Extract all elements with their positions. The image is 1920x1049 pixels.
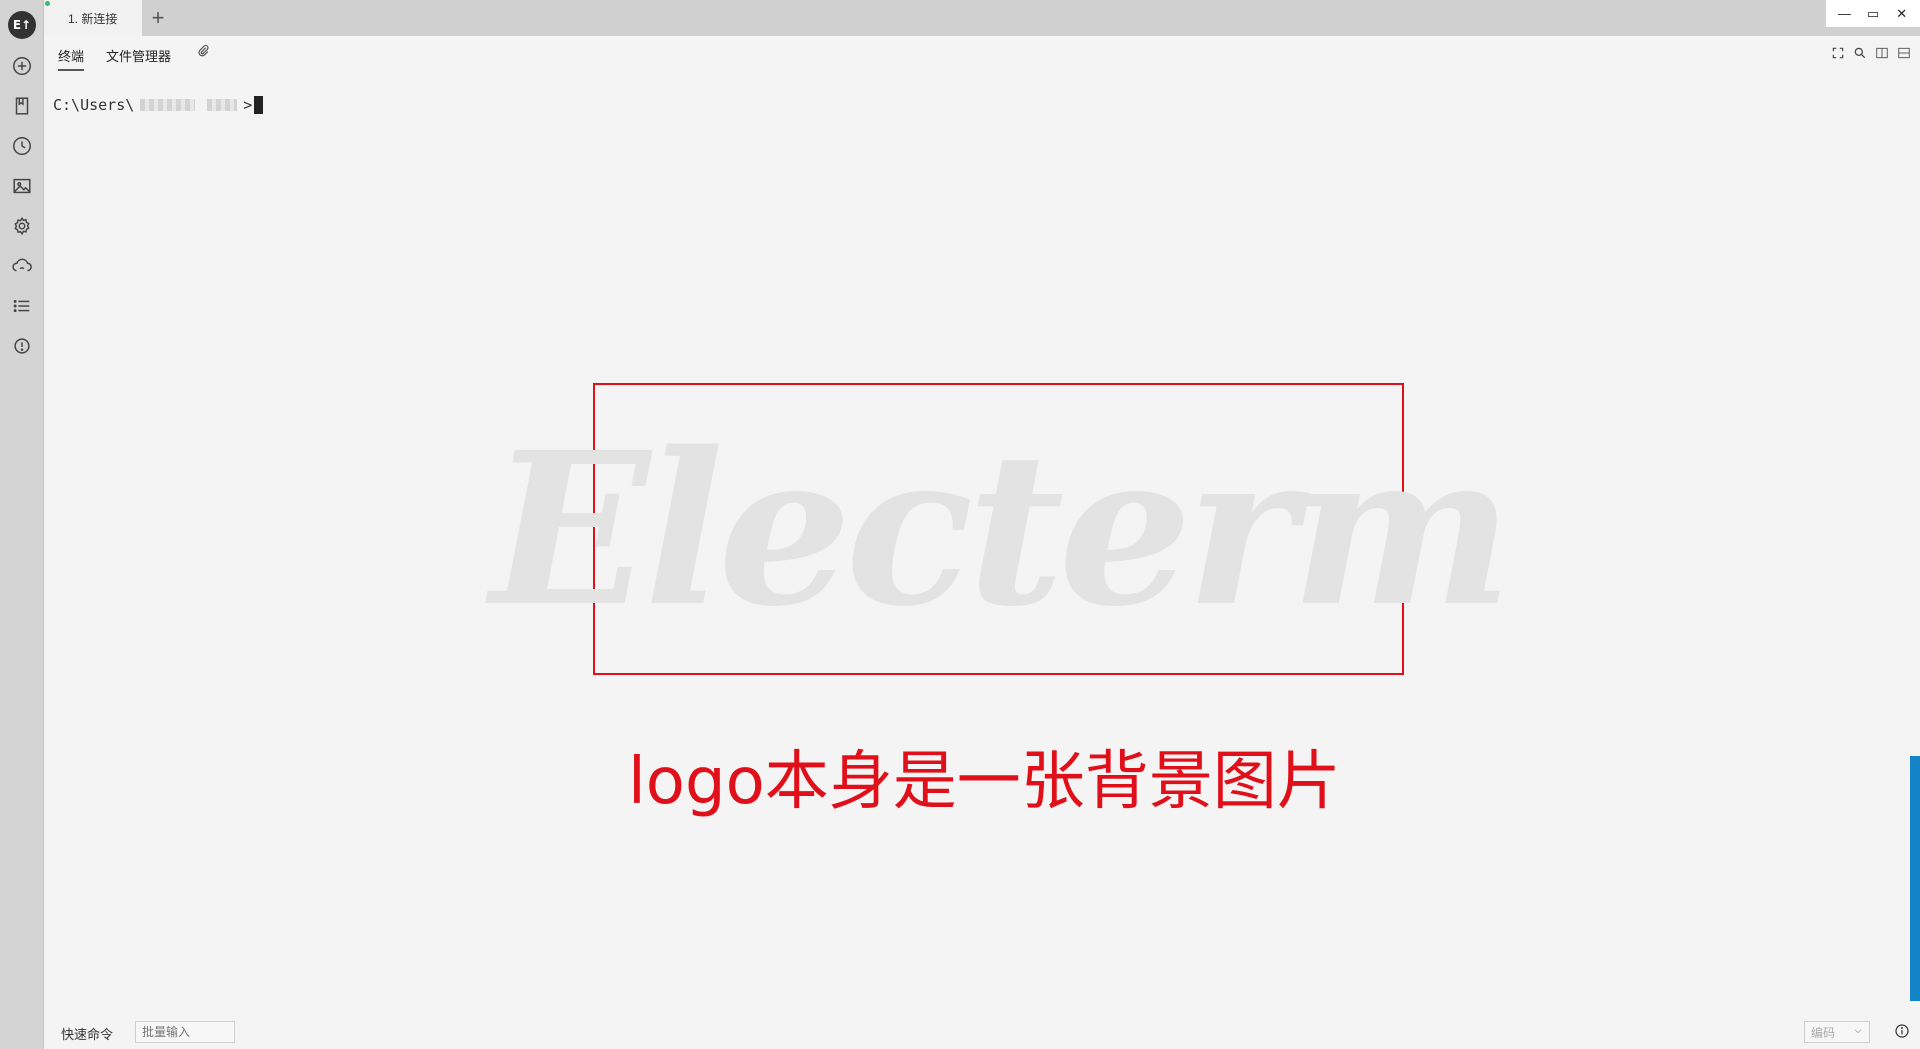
electerm-background-logo: Electerm <box>490 405 1513 653</box>
close-button[interactable]: ✕ <box>1891 4 1913 24</box>
quick-command-button[interactable]: 快速命令 <box>61 1024 113 1043</box>
bottom-bar: 快速命令 编码 <box>44 1012 1920 1049</box>
logo-highlight-box: Electerm <box>490 383 1513 675</box>
redacted-username <box>140 99 196 111</box>
terminal-toolbar <box>1830 45 1912 61</box>
tab-new-connection[interactable]: 1. 新连接 <box>44 0 142 36</box>
minimize-button[interactable]: — <box>1833 4 1855 24</box>
session-subtabs: 终端 文件管理器 <box>44 36 1920 72</box>
fullscreen-icon[interactable] <box>1830 45 1846 61</box>
encoding-label: 编码 <box>1811 1025 1836 1040</box>
cloud-sync-icon[interactable] <box>7 251 37 281</box>
tab-bar: 1. 新连接 + <box>44 0 1920 36</box>
left-sidebar: E↑ <box>0 0 44 1049</box>
batch-input-field[interactable] <box>135 1021 235 1043</box>
paperclip-icon[interactable] <box>197 44 210 60</box>
search-icon[interactable] <box>1852 45 1868 61</box>
app-window: E↑ 1. 新连接 + — ▭ ✕ 终端 文件管理器 C:\Users\ > E… <box>0 0 1920 1049</box>
info-circle-icon[interactable] <box>1892 1021 1912 1041</box>
terminal-prompt: C:\Users\ > <box>53 96 264 114</box>
scrollbar-indicator[interactable] <box>1910 756 1920 1001</box>
list-icon[interactable] <box>7 291 37 321</box>
add-circle-icon[interactable] <box>7 51 37 81</box>
split-horizontal-icon[interactable] <box>1896 45 1912 61</box>
connection-status-dot <box>45 1 50 6</box>
info-icon[interactable] <box>7 331 37 361</box>
terminal-cursor <box>254 96 264 114</box>
split-vertical-icon[interactable] <box>1874 45 1890 61</box>
electerm-logo-icon[interactable]: E↑ <box>7 10 37 40</box>
chevron-down-icon <box>1853 1025 1863 1039</box>
tab-terminal[interactable]: 终端 <box>58 46 85 71</box>
annotation-text: logo本身是一张背景图片 <box>628 745 1341 819</box>
prompt-symbol: > <box>243 96 253 114</box>
restore-button[interactable]: ▭ <box>1862 4 1884 24</box>
redacted-username-part <box>207 99 238 111</box>
prompt-path: C:\Users\ <box>53 96 135 114</box>
bookmark-icon[interactable] <box>7 91 37 121</box>
add-tab-button[interactable]: + <box>144 4 172 32</box>
image-icon[interactable] <box>7 171 37 201</box>
tab-label: 1. 新连接 <box>68 11 118 26</box>
encoding-select[interactable]: 编码 <box>1804 1021 1870 1043</box>
tab-file-manager[interactable]: 文件管理器 <box>106 46 171 65</box>
gear-icon[interactable] <box>7 211 37 241</box>
history-clock-icon[interactable] <box>7 131 37 161</box>
window-controls: — ▭ ✕ <box>1826 0 1920 27</box>
